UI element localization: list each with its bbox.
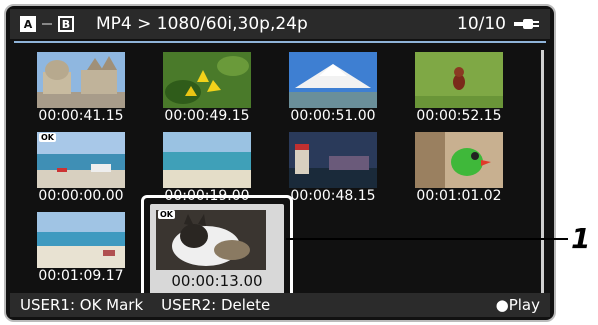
status-bar: A B MP4 > 1080/60i,30p,24p 10/10 xyxy=(10,9,550,39)
clip-timecode: 00:01:01.02 xyxy=(416,188,502,204)
ok-mark-badge: OK xyxy=(39,133,56,142)
clip-timecode: 00:01:09.17 xyxy=(38,268,124,284)
user2-guide[interactable]: USER2: Delete xyxy=(161,296,270,314)
clip-timecode: 00:00:00.00 xyxy=(38,188,124,204)
format-label: MP4 > 1080/60i,30p,24p xyxy=(96,14,308,34)
clip-thumbnail[interactable]: 00:00:51.00 xyxy=(281,48,385,130)
user1-guide[interactable]: USER1: OK Mark xyxy=(20,296,143,314)
clip-timecode: 00:00:49.15 xyxy=(164,108,250,124)
ok-mark-badge: OK xyxy=(158,210,175,219)
clip-image xyxy=(289,52,377,108)
card-slot-b-icon[interactable]: B xyxy=(58,16,74,32)
card-slot-a-icon[interactable]: A xyxy=(20,16,36,32)
clip-image xyxy=(156,210,266,270)
clip-thumbnail[interactable]: 00:00:52.15 xyxy=(407,48,511,130)
clip-count: 10/10 xyxy=(457,14,506,34)
callout-number: 1 xyxy=(571,222,591,255)
clip-image xyxy=(415,52,503,108)
slot-a-label: A xyxy=(23,17,33,31)
slot-b-label: B xyxy=(61,17,71,31)
play-guide[interactable]: ●Play xyxy=(496,296,540,314)
clip-image xyxy=(163,132,251,188)
clip-timecode: 00:00:41.15 xyxy=(38,108,124,124)
clip-thumbnail[interactable]: 00:00:41.15 xyxy=(29,48,133,130)
clip-timecode: 00:00:48.15 xyxy=(290,188,376,204)
clip-image xyxy=(163,52,251,108)
selected-clip-frame: OK 00:00:13.00 xyxy=(150,204,284,296)
battery-plug-icon xyxy=(514,19,539,29)
clip-image xyxy=(289,132,377,188)
clip-thumbnail[interactable]: OK 00:00:00.00 xyxy=(29,128,133,210)
camcorder-lcd-screen: A B MP4 > 1080/60i,30p,24p 10/10 00:00:4… xyxy=(4,4,556,322)
clip-timecode: 00:00:52.15 xyxy=(416,108,502,124)
clip-timecode: 00:00:13.00 xyxy=(171,272,263,290)
clip-image xyxy=(37,212,125,268)
function-guide-bar: USER1: OK Mark USER2: Delete ●Play xyxy=(10,293,550,317)
header-divider xyxy=(14,41,546,43)
clip-image xyxy=(415,132,503,188)
clip-thumbnail[interactable]: 00:00:48.15 xyxy=(281,128,385,210)
callout-leader-line xyxy=(286,238,568,240)
clip-image xyxy=(37,52,125,108)
clip-thumbnail[interactable]: 00:00:49.15 xyxy=(155,48,259,130)
selected-clip-thumbnail[interactable]: OK 00:00:13.00 xyxy=(141,195,293,305)
scrollbar[interactable] xyxy=(541,50,544,294)
clip-timecode: 00:00:51.00 xyxy=(290,108,376,124)
clip-thumbnail[interactable]: 00:01:01.02 xyxy=(407,128,511,210)
clip-thumbnail[interactable]: 00:01:09.17 xyxy=(29,208,133,290)
slot-divider xyxy=(42,23,52,25)
